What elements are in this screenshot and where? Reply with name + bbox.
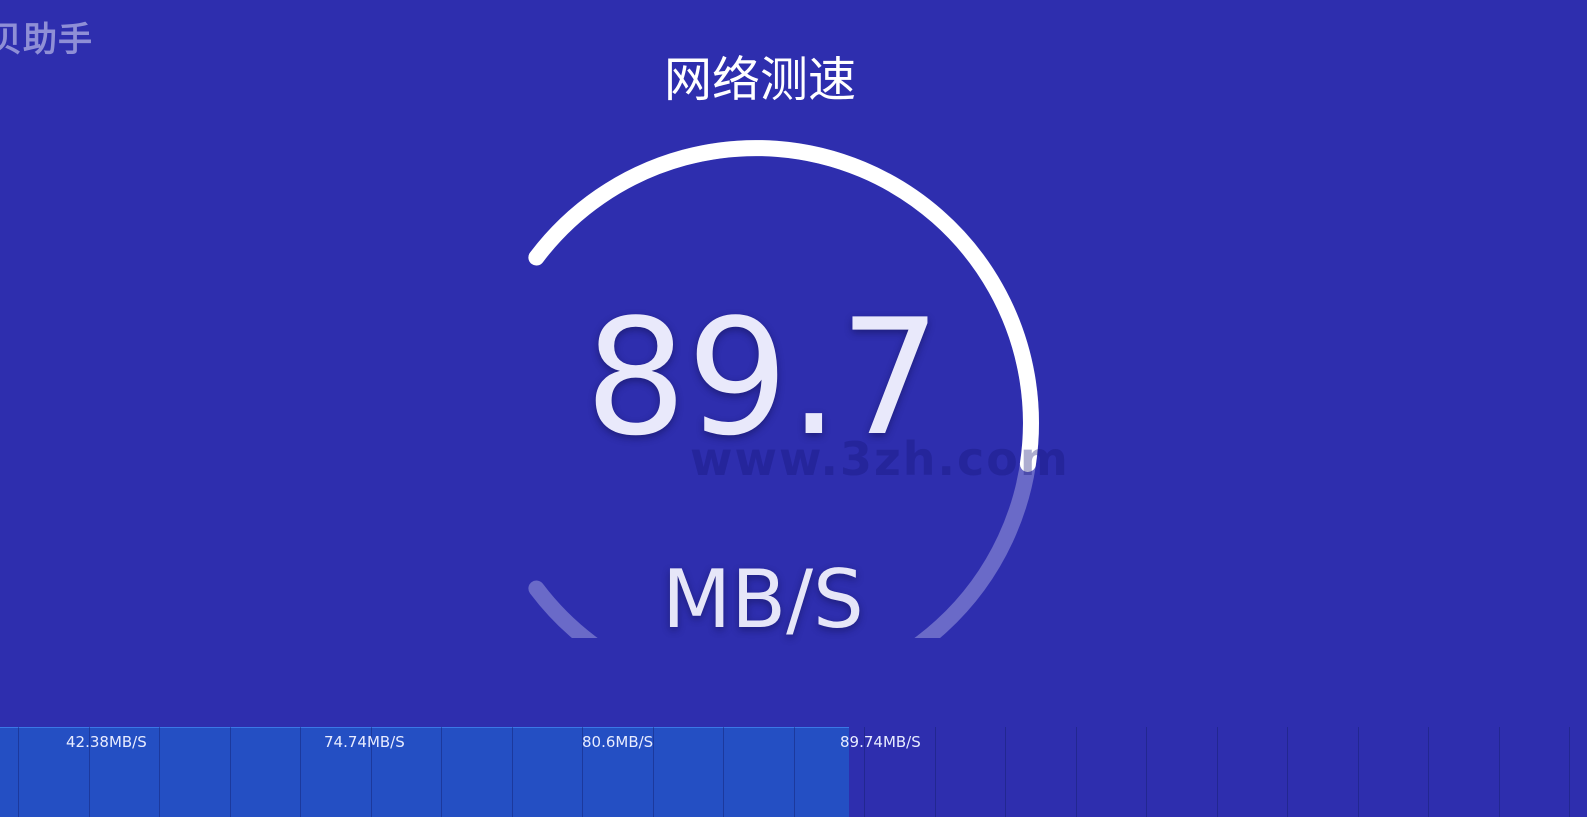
history-grid-line: [512, 727, 513, 817]
history-grid-line: [935, 727, 936, 817]
history-grid-line: [230, 727, 231, 817]
history-grid-line: [18, 727, 19, 817]
history-grid-line: [723, 727, 724, 817]
history-reading-label: 89.74MB/S: [840, 733, 921, 751]
speed-value: 89.7: [584, 284, 942, 471]
history-grid-line: [1217, 727, 1218, 817]
history-grid-line: [794, 727, 795, 817]
history-grid-line: [300, 727, 301, 817]
history-grid-line: [1358, 727, 1359, 817]
history-grid-line: [1076, 727, 1077, 817]
history-grid-line: [159, 727, 160, 817]
history-reading-label: 42.38MB/S: [66, 733, 147, 751]
history-grid-line: [1569, 727, 1570, 817]
history-grid-line: [441, 727, 442, 817]
history-grid-line: [1499, 727, 1500, 817]
history-reading-label: 74.74MB/S: [324, 733, 405, 751]
speed-history-bar: 42.38MB/S 74.74MB/S 80.6MB/S 89.74MB/S: [0, 727, 1587, 817]
page-title: 网络测速: [663, 52, 856, 108]
history-grid-line: [1287, 727, 1288, 817]
history-grid-line: [1146, 727, 1147, 817]
speed-unit: MB/S: [662, 553, 864, 646]
history-reading-label: 80.6MB/S: [582, 733, 654, 751]
history-grid-line: [1005, 727, 1006, 817]
history-grid-line: [1428, 727, 1429, 817]
